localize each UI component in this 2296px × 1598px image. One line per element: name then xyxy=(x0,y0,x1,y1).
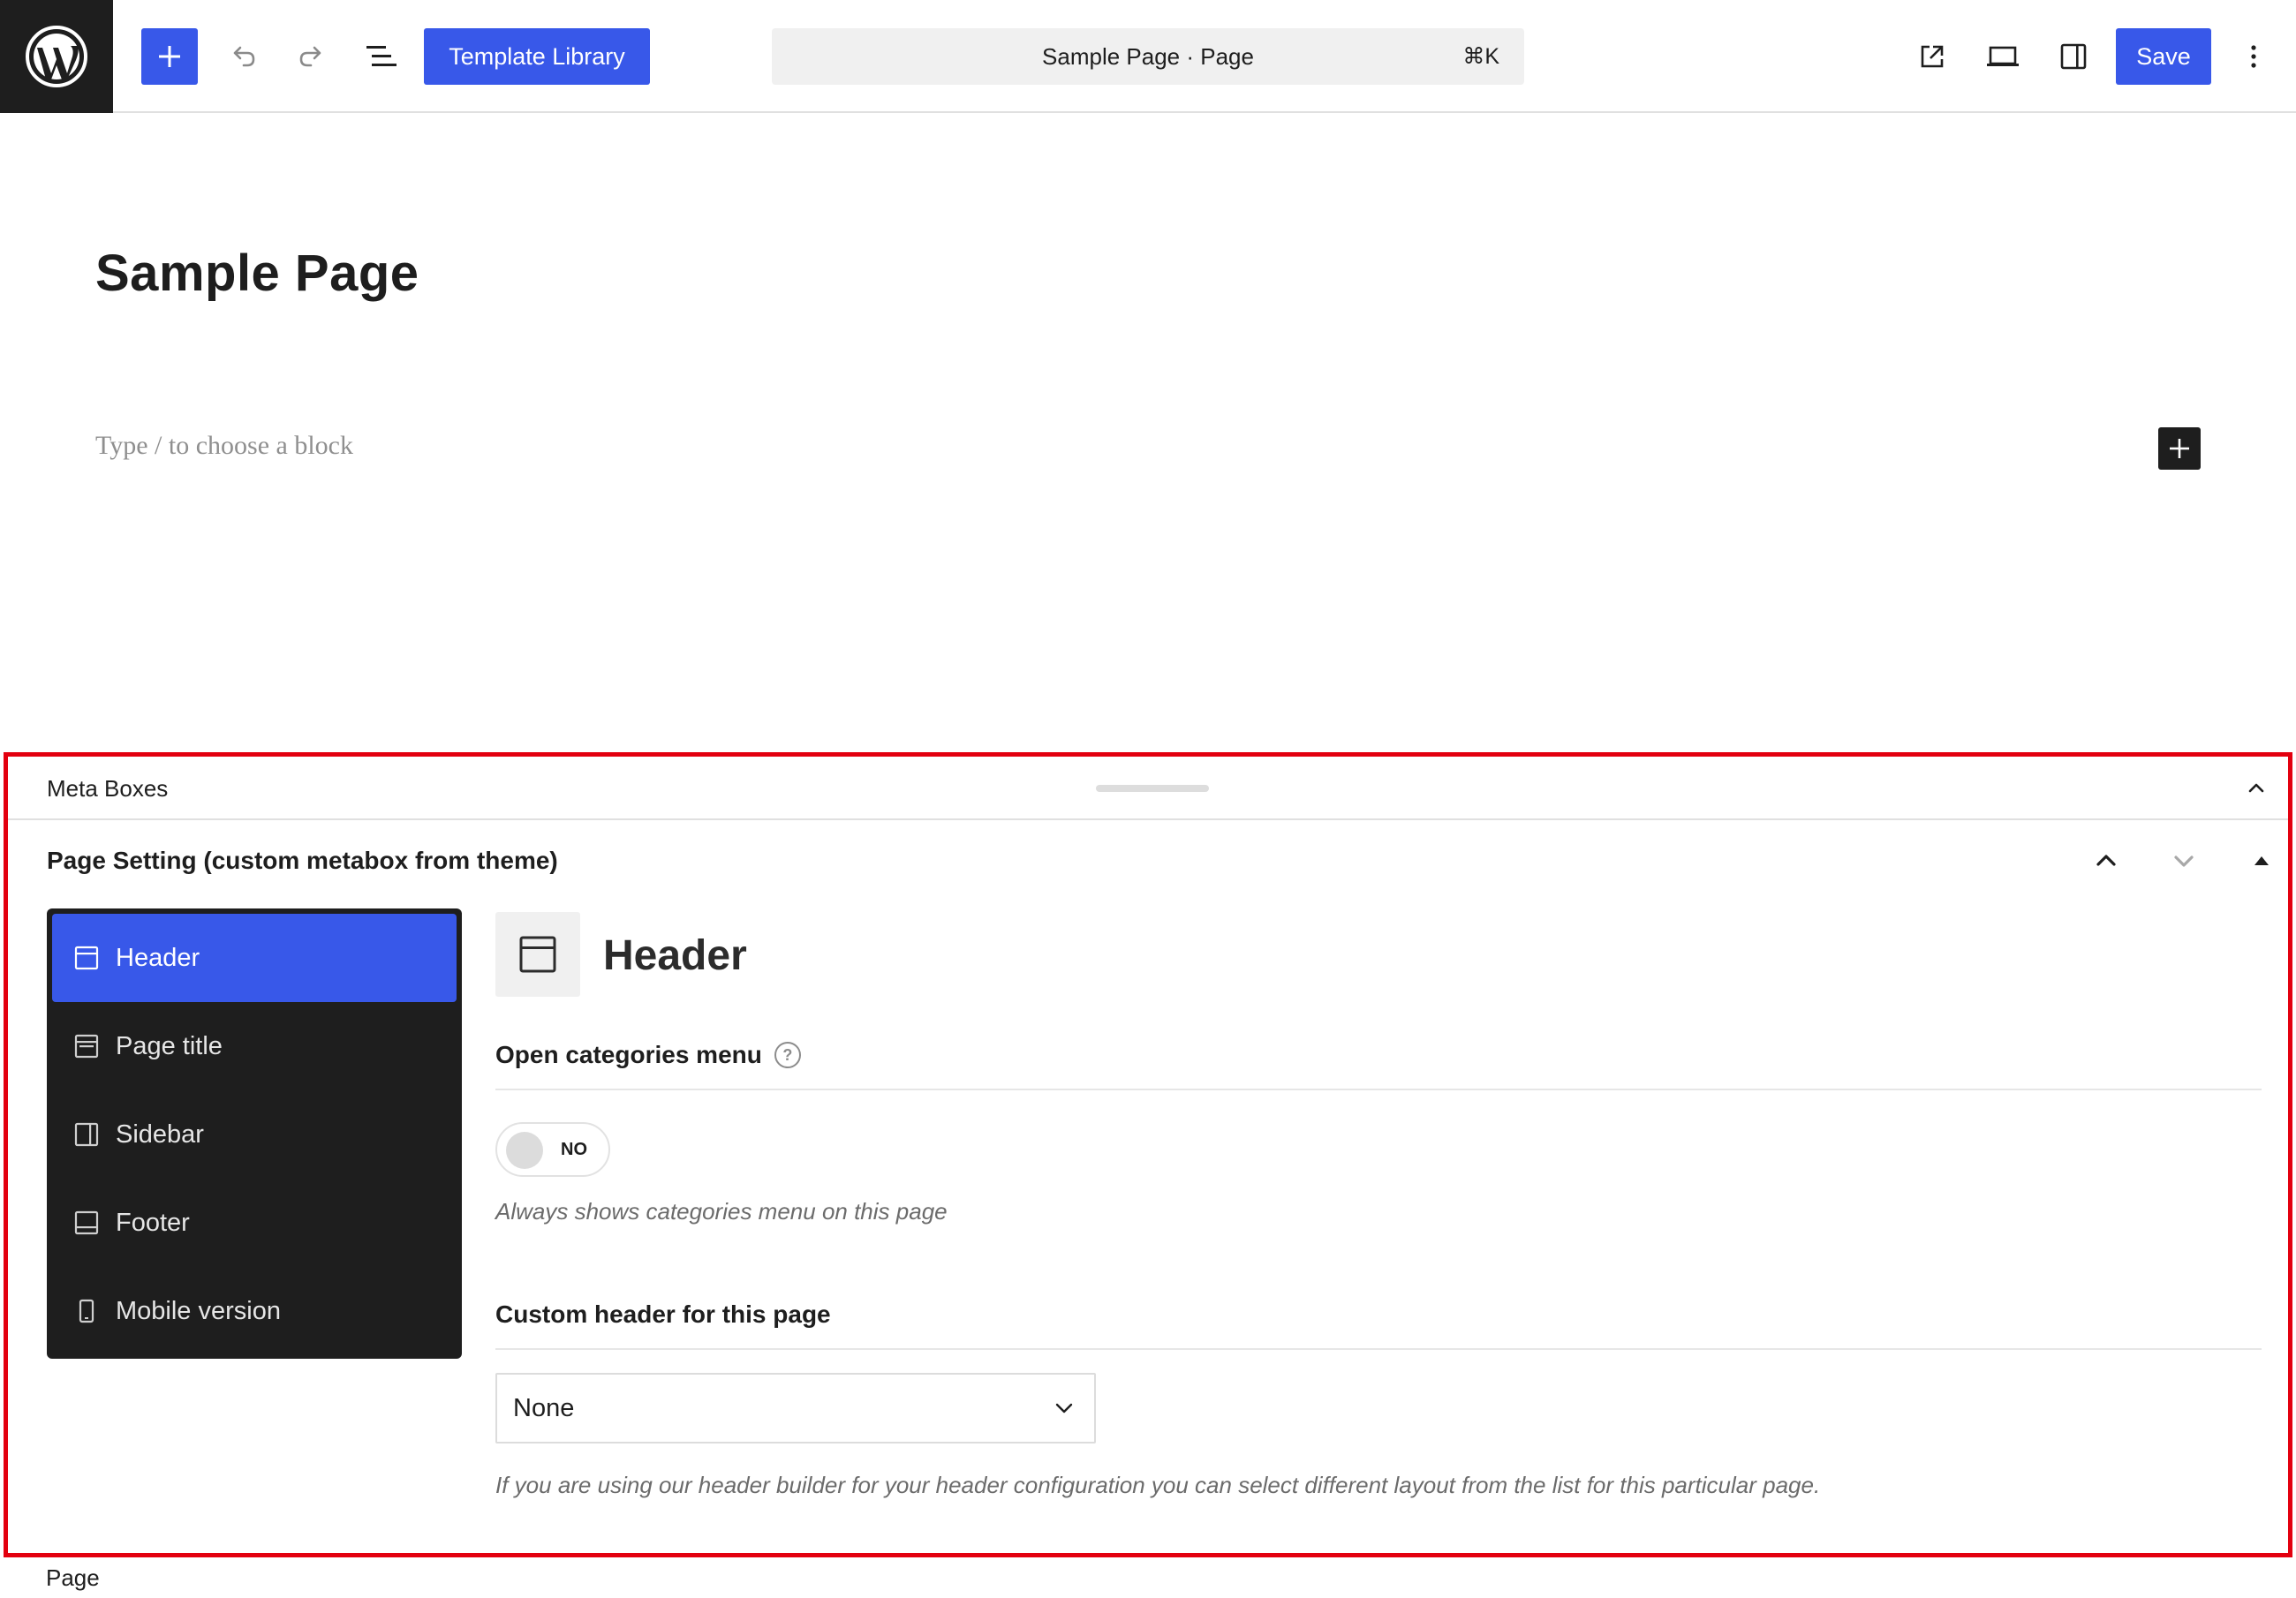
plus-icon xyxy=(2170,439,2189,458)
mobile-icon xyxy=(73,1298,100,1324)
move-up-button[interactable] xyxy=(2081,836,2131,886)
help-icon[interactable]: ? xyxy=(774,1042,801,1068)
chevron-down-icon xyxy=(1046,1391,1082,1426)
divider xyxy=(495,1348,2262,1350)
nav-item-label: Header xyxy=(116,943,200,972)
chevron-down-icon xyxy=(2174,856,2194,867)
header-layout-icon xyxy=(495,912,580,997)
section-title: Header xyxy=(603,932,747,979)
block-appender-button[interactable] xyxy=(2158,427,2201,470)
command-palette-trigger[interactable]: Sample Page · Page ⌘K xyxy=(772,28,1524,85)
custom-header-label: Custom header for this page xyxy=(495,1300,831,1328)
editor-toolbar: Template Library Sample Page · Page ⌘K S… xyxy=(0,0,2296,113)
header-layout-icon xyxy=(73,945,100,971)
undo-button[interactable] xyxy=(215,28,272,85)
undo-icon xyxy=(233,46,255,67)
nav-item-header[interactable]: Header xyxy=(52,914,457,1002)
redo-icon xyxy=(299,46,321,67)
categories-menu-label-text: Open categories menu xyxy=(495,1041,762,1068)
meta-boxes-title: Meta Boxes xyxy=(47,775,169,802)
options-menu-button[interactable] xyxy=(2225,28,2282,85)
redo-button[interactable] xyxy=(283,28,339,85)
resize-handle[interactable] xyxy=(1096,785,1209,792)
external-link-icon xyxy=(1921,45,1944,68)
nav-item-label: Mobile version xyxy=(116,1296,281,1325)
plus-icon xyxy=(159,46,180,67)
document-title: Sample Page · Page xyxy=(1042,43,1254,70)
desktop-icon xyxy=(1987,46,2019,66)
custom-header-help: If you are using our header builder for … xyxy=(495,1472,1821,1498)
nav-item-footer[interactable]: Footer xyxy=(52,1179,457,1267)
list-view-icon xyxy=(366,46,397,66)
toggle-state-text: NO xyxy=(561,1140,587,1159)
chevron-up-icon xyxy=(2096,855,2116,866)
move-down-button[interactable] xyxy=(2159,836,2209,886)
caret-up-icon xyxy=(2254,856,2269,865)
metabox-side-nav: Header Page title Sidebar Footer Mobile … xyxy=(47,908,462,1359)
nav-item-label: Page title xyxy=(116,1031,223,1060)
select-value: None xyxy=(513,1394,575,1422)
page-title-layout-icon xyxy=(73,1033,100,1059)
document-overview-button[interactable] xyxy=(353,28,410,85)
view-page-button[interactable] xyxy=(1904,28,1960,85)
chevron-up-icon xyxy=(2248,783,2264,793)
breadcrumb[interactable]: Page xyxy=(46,1564,100,1592)
template-library-button[interactable]: Template Library xyxy=(424,28,650,85)
categories-menu-help: Always shows categories menu on this pag… xyxy=(495,1198,948,1225)
block-inserter-button[interactable] xyxy=(141,28,198,85)
save-button[interactable]: Save xyxy=(2116,28,2211,85)
nav-item-page-title[interactable]: Page title xyxy=(52,1002,457,1090)
meta-boxes-collapse-button[interactable] xyxy=(2235,767,2277,810)
metabox-panel-title: Page Setting (custom metabox from theme) xyxy=(47,847,558,874)
toggle-panel-button[interactable] xyxy=(2237,836,2286,886)
nav-item-label: Sidebar xyxy=(116,1119,204,1149)
keyboard-shortcut: ⌘K xyxy=(1462,44,1499,69)
divider xyxy=(495,1089,2262,1090)
settings-sidebar-button[interactable] xyxy=(2045,28,2102,85)
sidebar-toggle-icon xyxy=(2060,43,2087,70)
custom-header-select[interactable]: None xyxy=(495,1373,1096,1443)
sidebar-layout-icon xyxy=(73,1121,100,1148)
wordpress-logo-icon[interactable] xyxy=(0,0,113,113)
nav-item-mobile-version[interactable]: Mobile version xyxy=(52,1267,457,1355)
post-title[interactable]: Sample Page xyxy=(95,244,419,303)
categories-menu-toggle[interactable]: NO xyxy=(495,1122,610,1177)
categories-menu-label: Open categories menu ? xyxy=(495,1041,801,1069)
more-vertical-icon xyxy=(2251,45,2256,68)
footer-layout-icon xyxy=(73,1210,100,1236)
meta-boxes-header: Meta Boxes xyxy=(8,757,2288,820)
toggle-knob xyxy=(506,1132,543,1169)
meta-boxes-area: Meta Boxes Page Setting (custom metabox … xyxy=(4,752,2292,1557)
nav-item-label: Footer xyxy=(116,1208,190,1237)
nav-item-sidebar[interactable]: Sidebar xyxy=(52,1090,457,1179)
block-placeholder[interactable]: Type / to choose a block xyxy=(95,431,353,461)
preview-device-button[interactable] xyxy=(1975,28,2031,85)
